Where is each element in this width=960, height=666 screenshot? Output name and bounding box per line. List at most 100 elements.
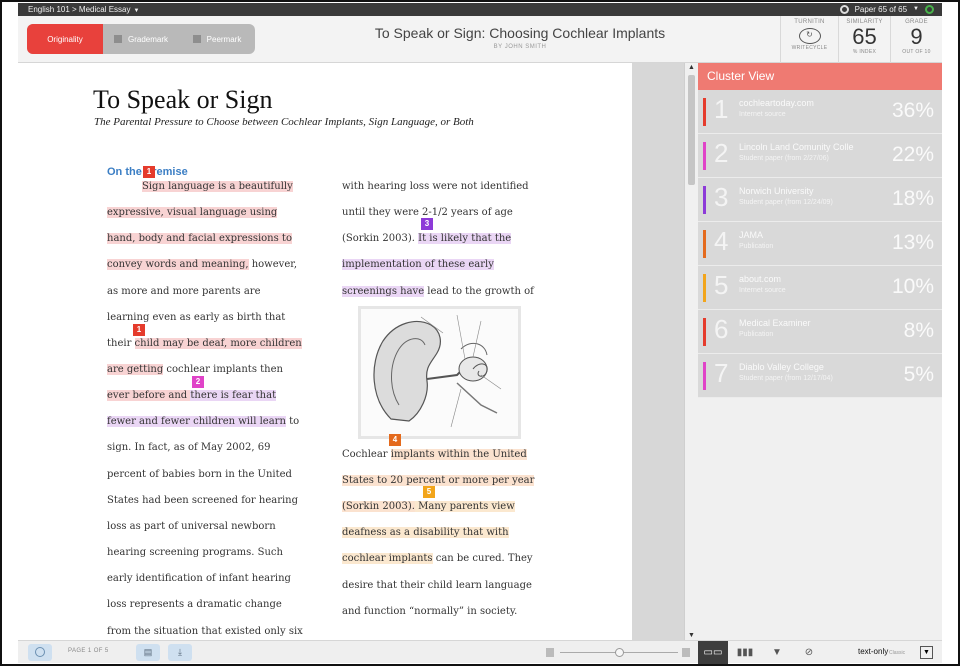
match-highlight[interactable]: It is likely that the [418, 233, 512, 244]
text-line: screenings have lead to the growth of [342, 284, 534, 300]
zoom-in-icon[interactable] [682, 648, 690, 657]
print-button[interactable]: ▤ [136, 644, 160, 661]
chevron-down-icon[interactable]: ▼ [134, 8, 140, 14]
match-marker-1[interactable]: 1 [143, 166, 155, 178]
top-bar: English 101 > Medical Essay ▼ Paper 65 of… [18, 3, 942, 16]
text-line: ever before and there is fear that [107, 388, 277, 404]
filter-button[interactable]: ▼ [762, 641, 792, 664]
match-highlight[interactable]: implants within the United [390, 449, 527, 460]
grade-box[interactable]: GRADE 9 OUT OF 10 [890, 16, 942, 63]
match-percentage: 22% [891, 143, 934, 166]
text-line: States to 20 percent or more per year [342, 473, 535, 489]
match-color-bar [703, 274, 706, 302]
chevron-down-icon: ▼ [923, 649, 930, 656]
exclude-icon: ⊘ [804, 647, 814, 658]
peermark-icon [192, 35, 201, 43]
bar-chart-icon: ▮▮▮ [736, 647, 754, 658]
cluster-match-row[interactable]: 5 about.com Internet source 10% [698, 266, 942, 310]
cluster-match-row[interactable]: 3 Norwich University Student paper (from 1… [698, 178, 942, 222]
essay-title: To Speak or Sign [93, 85, 273, 114]
match-percentage: 36% [891, 99, 934, 122]
match-number: 5 [714, 270, 729, 300]
grade-value: 9 [910, 24, 923, 49]
match-source: Norwich University [739, 186, 814, 196]
match-highlight[interactable]: there is fear that [190, 390, 277, 401]
similarity-sub: % INDEX [852, 49, 877, 55]
collapse-panel-button[interactable]: ▼ [920, 646, 933, 659]
download-button[interactable]: ⤓ [168, 644, 192, 661]
match-highlight[interactable]: are getting [107, 364, 164, 375]
match-source-type: Student paper (from 2/27/06) [739, 155, 829, 162]
info-icon [35, 647, 45, 657]
document-author: BY JOHN SMITH [493, 44, 547, 50]
match-highlight[interactable]: fewer and fewer children will learn [107, 416, 286, 427]
scroll-up-icon[interactable]: ▲ [688, 64, 695, 71]
similarity-index[interactable]: SIMILARITY 65 % INDEX [838, 16, 890, 63]
match-number: 4 [714, 226, 729, 256]
match-highlight[interactable]: screenings have [342, 286, 425, 297]
plain-text: Cochlear [342, 449, 391, 460]
text-line: hand, body and facial expressions to [107, 231, 292, 247]
classic-link[interactable]: Classic [889, 650, 905, 656]
text-line: from the situation that existed only six [107, 626, 303, 637]
paper-nav-label[interactable]: Paper 65 of 65 [855, 3, 907, 16]
match-highlight[interactable]: deafness as a disability that with [342, 527, 509, 538]
mode-grademark[interactable]: Grademark [103, 24, 179, 54]
match-highlight[interactable]: ever before and [107, 390, 191, 401]
cluster-match-row[interactable]: 1 cochleartoday.com Internet source 36% [698, 90, 942, 134]
match-source: JAMA [739, 230, 764, 240]
match-source-type: Student paper (from 12/17/04) [739, 375, 833, 382]
refresh-icon[interactable] [839, 5, 849, 14]
match-marker-4[interactable]: 4 [389, 434, 401, 446]
match-marker-3[interactable]: 3 [421, 218, 433, 230]
essay-subtitle: The Parental Pressure to Choose between … [94, 116, 474, 128]
scroll-down-icon[interactable]: ▼ [688, 632, 695, 639]
chevron-down-icon[interactable]: ▼ [913, 3, 919, 16]
mode-originality[interactable]: Originality [27, 24, 103, 54]
match-source: Medical Examiner [739, 318, 811, 328]
cluster-match-row[interactable]: 6 Medical Examiner Publication 8% [698, 310, 942, 354]
document-viewer: To Speak or Sign The Parental Pressure t… [18, 63, 632, 640]
exclude-button[interactable]: ⊘ [794, 641, 824, 664]
match-highlight[interactable]: child may be deaf, more children [134, 338, 302, 349]
cluster-match-row[interactable]: 2 Lincoln Land Comunity Colle Student pape… [698, 134, 942, 178]
document-toolbar: PAGE 1 OF 5 ▤ ⤓ [18, 640, 698, 663]
text-line: implementation of these early [342, 257, 494, 273]
cluster-match-row[interactable]: 7 Diablo Valley College Student paper (fro… [698, 354, 942, 398]
bar-chart-button[interactable]: ▮▮▮ [730, 641, 760, 664]
text-line: and function “normally” in society. [342, 606, 518, 617]
zoom-out-icon[interactable] [546, 648, 554, 657]
match-source: about.com [739, 274, 782, 284]
writecycle-label: WRITECYCLE [791, 45, 828, 51]
cluster-view-button[interactable]: ▭▭ [698, 641, 728, 664]
mode-peermark[interactable]: Peermark [179, 24, 255, 54]
match-highlight[interactable]: expressive, visual language using [107, 207, 278, 218]
text-line: sign. In fact, as of May 2002, 69 [107, 442, 271, 453]
plain-text: can be cured. They [432, 553, 533, 564]
match-highlight[interactable]: Many parents view [414, 501, 515, 512]
text-line: their child may be deaf, more children [107, 336, 302, 352]
match-highlight[interactable]: hand, body and facial expressions to [107, 233, 292, 244]
paper-navigation: Paper 65 of 65 ▼ [839, 3, 934, 16]
match-highlight[interactable]: convey words and meaning, [107, 259, 249, 270]
status-icon[interactable] [925, 5, 934, 14]
match-highlight[interactable]: States to 20 percent or more per year [342, 475, 535, 486]
header: Originality Grademark Peermark To Speak … [18, 16, 942, 63]
match-marker-2[interactable]: 2 [192, 376, 204, 388]
info-button[interactable] [28, 644, 52, 661]
match-highlight[interactable]: Sign language is a beautifully [142, 181, 293, 192]
match-highlight[interactable]: implementation of these early [342, 259, 494, 270]
match-marker-1[interactable]: 1 [133, 324, 145, 336]
match-highlight[interactable]: cochlear implants [342, 553, 433, 564]
cluster-match-row[interactable]: 4 JAMA Publication 13% [698, 222, 942, 266]
text-only-link[interactable]: text-only [858, 647, 888, 656]
scrollbar[interactable]: ▲ ▼ [684, 63, 698, 640]
zoom-slider-handle[interactable] [615, 648, 624, 657]
scroll-thumb[interactable] [688, 75, 695, 185]
similarity-value: 65 [852, 24, 877, 49]
grade-sub: OUT OF 10 [902, 49, 931, 55]
writecycle-button[interactable]: TURNITIN ↻ WRITECYCLE [780, 16, 838, 63]
text-line: expressive, visual language using [107, 205, 278, 221]
match-marker-5[interactable]: 5 [423, 486, 435, 498]
match-highlight[interactable]: (Sorkin 2003). [342, 501, 415, 512]
